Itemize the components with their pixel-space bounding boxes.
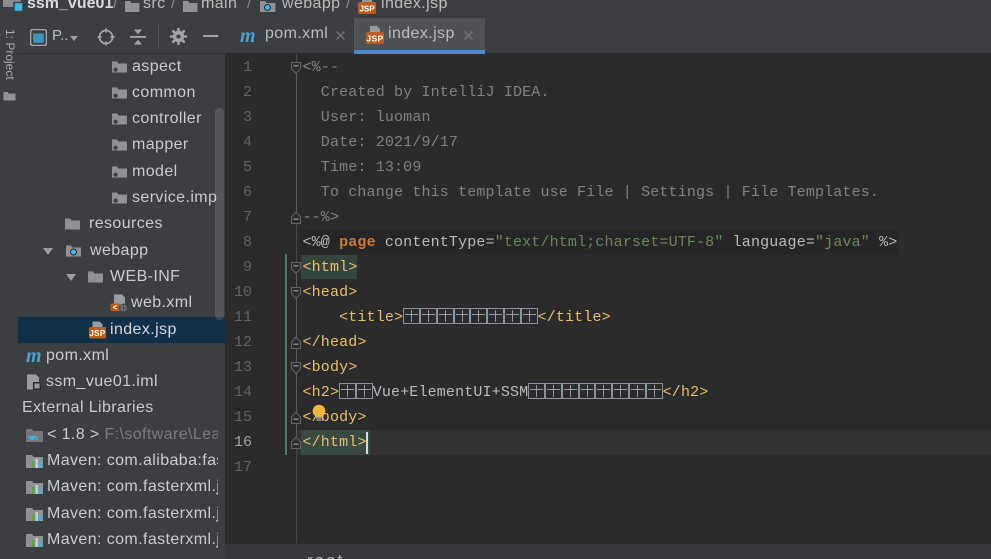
svg-text:JSP: JSP — [359, 5, 375, 14]
svg-text:m: m — [240, 26, 256, 46]
svg-text:m: m — [26, 346, 42, 366]
svg-text:JSP: JSP — [89, 329, 106, 338]
svg-text:JSP: JSP — [366, 34, 383, 44]
svg-text:<: < — [113, 304, 118, 313]
